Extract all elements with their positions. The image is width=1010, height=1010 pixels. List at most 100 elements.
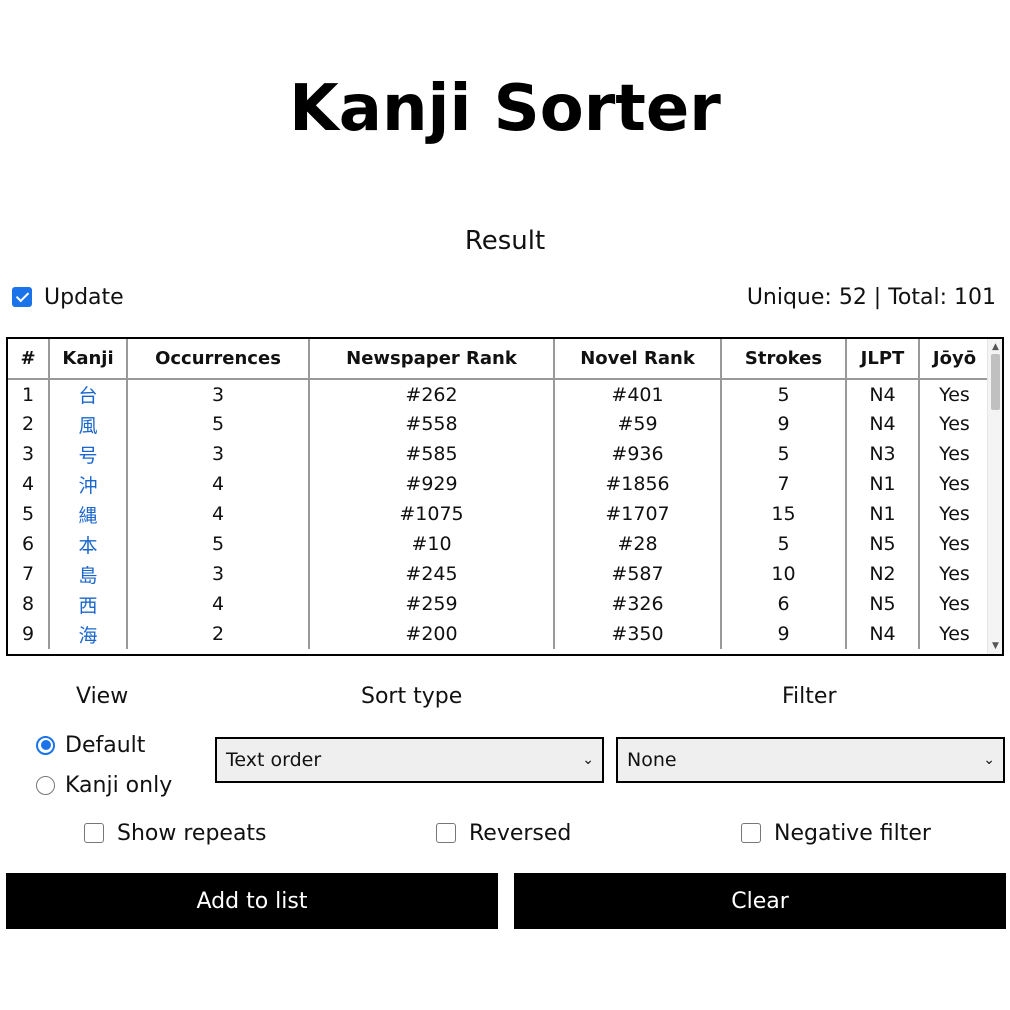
table-row: 4 沖 4 #929 #1856 7 N1 Yes	[8, 469, 989, 499]
kanji-link[interactable]: 縄	[49, 499, 128, 529]
stats-summary: Unique: 52 | Total: 101	[746, 284, 996, 310]
column-header[interactable]: Occurrences	[127, 339, 310, 380]
table-cell: N4	[846, 619, 920, 649]
chevron-down-icon: ⌄	[582, 752, 594, 768]
kanji-link[interactable]: 本	[49, 529, 128, 559]
negative-filter-label: Negative filter	[774, 820, 931, 846]
table-cell: 7	[721, 469, 847, 499]
add-to-list-button[interactable]: Add to list	[6, 873, 498, 929]
table-row: 1 台 3 #262 #401 5 N4 Yes	[8, 379, 989, 409]
column-header[interactable]: Novel Rank	[554, 339, 722, 380]
column-header[interactable]: Jōyō	[919, 339, 989, 380]
view-kanji-only-radio[interactable]	[36, 775, 55, 795]
sort-type-label: Sort type	[361, 684, 463, 709]
table-cell: #401	[554, 379, 722, 409]
filter-label: Filter	[782, 684, 837, 709]
show-repeats-checkbox[interactable]	[84, 823, 104, 843]
sort-type-select[interactable]: Text order ⌄	[215, 737, 604, 783]
table-cell: 8	[8, 589, 50, 619]
table-cell: Yes	[939, 383, 970, 406]
filter-select[interactable]: None ⌄	[616, 737, 1005, 783]
table-cell: #326	[554, 589, 722, 619]
table-cell: 5	[721, 529, 847, 559]
table-cell: Yes	[939, 563, 970, 585]
result-table-container[interactable]: # Kanji Occurrences Newspaper Rank Novel Ran…	[6, 337, 1004, 656]
table-cell: #245	[309, 559, 555, 589]
table-cell: 3	[127, 559, 310, 589]
table-cell: #1075	[309, 499, 555, 529]
table-cell: #558	[309, 409, 555, 439]
kanji-link[interactable]: 号	[49, 439, 128, 469]
table-cell: #585	[309, 439, 555, 469]
table-cell: Yes	[939, 443, 970, 465]
table-cell: 4	[8, 469, 50, 499]
table-cell: 1	[8, 379, 50, 409]
negative-filter-checkbox[interactable]	[741, 823, 761, 843]
view-kanji-only-label: Kanji only	[65, 772, 173, 798]
kanji-link[interactable]: 海	[49, 619, 128, 649]
table-cell: Yes	[939, 623, 970, 645]
table-cell: 5	[721, 439, 847, 469]
table-cell: 6	[721, 589, 847, 619]
kanji-link[interactable]: 沖	[49, 469, 128, 499]
table-cell: #936	[554, 439, 722, 469]
table-cell: Yes	[939, 533, 970, 555]
table-cell: Yes	[939, 473, 970, 495]
table-cell: 3	[127, 439, 310, 469]
update-label: Update	[44, 284, 124, 310]
kanji-link[interactable]: 西	[49, 589, 128, 619]
table-cell: #262	[309, 379, 555, 409]
kanji-link[interactable]: 島	[49, 559, 128, 589]
scroll-thumb[interactable]	[991, 354, 1000, 410]
table-cell: #350	[554, 619, 722, 649]
table-row: 2 風 5 #558 #59 9 N4 Yes	[8, 409, 989, 439]
table-cell: 2	[127, 619, 310, 649]
column-header[interactable]: Kanji	[49, 339, 128, 380]
chevron-down-icon: ⌄	[983, 752, 995, 768]
table-cell: 7	[8, 559, 50, 589]
scroll-up-icon[interactable]: ▲	[988, 340, 1002, 354]
column-header[interactable]: Strokes	[721, 339, 847, 380]
scroll-down-icon[interactable]: ▼	[988, 639, 1002, 653]
reversed-checkbox[interactable]	[436, 823, 456, 843]
table-cell: 5	[127, 529, 310, 559]
table-cell: #259	[309, 589, 555, 619]
view-option-kanji-only[interactable]: Kanji only	[36, 770, 172, 800]
column-header[interactable]: Newspaper Rank	[309, 339, 555, 380]
show-repeats-label: Show repeats	[117, 820, 267, 846]
kanji-link[interactable]: 台	[49, 379, 128, 409]
column-header[interactable]: #	[8, 339, 50, 380]
table-row: 7 島 3 #245 #587 10 N2 Yes	[8, 559, 989, 589]
show-repeats-toggle[interactable]: Show repeats	[84, 818, 267, 848]
table-cell: 9	[8, 619, 50, 649]
view-label: View	[76, 684, 129, 709]
table-row: 8 西 4 #259 #326 6 N5 Yes	[8, 589, 989, 619]
table-cell: N1	[846, 469, 920, 499]
table-cell: N5	[846, 589, 920, 619]
negative-filter-toggle[interactable]: Negative filter	[741, 818, 931, 848]
table-cell: 4	[127, 589, 310, 619]
result-table: # Kanji Occurrences Newspaper Rank Novel Ran…	[8, 339, 989, 649]
table-cell: 9	[721, 619, 847, 649]
table-cell: #10	[309, 529, 555, 559]
page-title: Kanji Sorter	[289, 72, 721, 146]
table-cell: 5	[127, 409, 310, 439]
result-heading: Result	[464, 226, 546, 256]
table-cell: Yes	[939, 413, 970, 435]
column-header[interactable]: JLPT	[846, 339, 920, 380]
update-toggle[interactable]: Update	[12, 282, 124, 312]
table-row: 6 本 5 #10 #28 5 N5 Yes	[8, 529, 989, 559]
table-row: 5 縄 4 #1075 #1707 15 N1 Yes	[8, 499, 989, 529]
clear-button[interactable]: Clear	[514, 873, 1006, 929]
table-cell: N3	[846, 439, 920, 469]
reversed-toggle[interactable]: Reversed	[436, 818, 571, 848]
view-default-radio[interactable]	[36, 735, 55, 755]
table-cell: 6	[8, 529, 50, 559]
view-option-default[interactable]: Default	[36, 730, 145, 760]
table-cell: 2	[8, 409, 50, 439]
update-checkbox[interactable]	[12, 287, 32, 307]
table-scrollbar[interactable]: ▲ ▼	[987, 339, 1002, 654]
table-cell: 10	[721, 559, 847, 589]
kanji-link[interactable]: 風	[49, 409, 128, 439]
table-header-row: # Kanji Occurrences Newspaper Rank Novel Ran…	[8, 339, 989, 380]
